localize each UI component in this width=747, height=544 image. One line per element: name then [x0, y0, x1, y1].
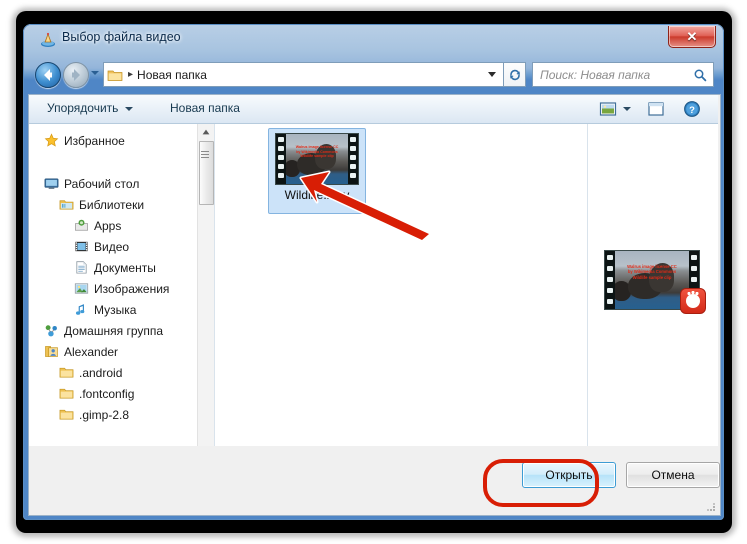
chevron-down-icon[interactable] [623, 107, 631, 111]
video-file-icon [41, 32, 55, 47]
sidebar-item-pictures[interactable]: Изображения [29, 278, 214, 299]
preview-pane-icon[interactable] [647, 100, 665, 118]
sidebar-item-label: Рабочий стол [64, 176, 140, 191]
sidebar-item-gimp[interactable]: .gimp-2.8 [29, 404, 214, 425]
folder-icon [58, 386, 74, 402]
sidebar-item-desktop[interactable]: Рабочий стол [29, 173, 213, 194]
thumbnail-image: Walrus image license CC by Wikimedia Com… [286, 134, 348, 184]
sidebar-item-music[interactable]: Музыка [29, 299, 214, 320]
open-button[interactable]: Открыть [522, 462, 616, 488]
sidebar-scrollbar[interactable] [197, 124, 214, 486]
screenshot-root: Выбор файла видео ✕ ▸ Новая папка Поиск:… [0, 0, 747, 544]
film-perforation-right [348, 134, 358, 184]
search-placeholder: Поиск: Новая папка [540, 67, 651, 82]
file-name-label: Wildlife.mov [284, 188, 350, 202]
sidebar-item-fontconfig[interactable]: .fontconfig [29, 383, 214, 404]
user-folder-icon [43, 344, 59, 360]
organize-button[interactable]: Упорядочить [47, 101, 118, 115]
scroll-up-icon[interactable] [198, 124, 214, 140]
back-button[interactable] [35, 62, 61, 88]
navigation-pane: Избранное Рабочий стол Библиотеки Apps В… [29, 124, 215, 486]
preview-pane: Walrus image license CC by Wikimedia Com… [588, 124, 718, 486]
sidebar-item-user-alexander[interactable]: Alexander [29, 341, 213, 362]
new-folder-button[interactable]: Новая папка [170, 101, 240, 115]
sidebar-item-homegroup[interactable]: Домашняя группа [29, 320, 213, 341]
sidebar-item-libraries[interactable]: Библиотеки [29, 194, 214, 215]
close-button[interactable]: ✕ [668, 26, 716, 48]
svg-text:?: ? [689, 105, 695, 116]
command-toolbar: Упорядочить Новая папка ? [29, 95, 718, 124]
close-icon: ✕ [686, 29, 698, 44]
star-icon [43, 133, 59, 149]
sidebar-item-label: Apps [94, 218, 122, 233]
sidebar-item-label: .fontconfig [79, 386, 135, 401]
pictures-icon [73, 281, 89, 297]
sidebar-item-label: Избранное [64, 133, 125, 148]
refresh-icon [509, 69, 520, 80]
forward-button[interactable] [63, 62, 89, 88]
scroll-thumb-grip [201, 151, 209, 152]
sidebar-item-label: Документы [94, 260, 156, 275]
cancel-button[interactable]: Отмена [626, 462, 720, 488]
preview-thumbnail-image: Walrus image license CC by Wikimedia Com… [615, 251, 689, 309]
sidebar-item-favorites[interactable]: Избранное [29, 130, 213, 151]
video-icon [73, 239, 89, 255]
sidebar-item-label: .gimp-2.8 [79, 407, 130, 422]
sidebar-item-label: Alexander [64, 344, 119, 359]
title-bar[interactable]: Выбор файла видео ✕ [23, 24, 724, 54]
folder-icon [58, 365, 74, 381]
sidebar-item-apps[interactable]: Apps [29, 215, 214, 236]
breadcrumb-path: Новая папка [137, 67, 207, 82]
sidebar-item-android[interactable]: .android [29, 362, 214, 383]
homegroup-icon [43, 323, 59, 339]
sidebar-item-label: Библиотеки [79, 197, 145, 212]
history-dropdown-icon[interactable] [91, 71, 99, 75]
chevron-down-icon[interactable] [488, 72, 496, 77]
file-list[interactable]: Walrus image license CC by Wikimedia Com… [215, 124, 588, 486]
libraries-icon [58, 197, 74, 213]
preview-thumbnail: Walrus image license CC by Wikimedia Com… [604, 250, 706, 314]
desktop-icon [43, 176, 59, 192]
chevron-down-icon[interactable] [125, 107, 133, 111]
sidebar-item-video[interactable]: Видео [29, 236, 214, 257]
sidebar-item-documents[interactable]: Документы [29, 257, 214, 278]
film-perforation-left [605, 251, 615, 309]
sidebar-item-label: Изображения [94, 281, 170, 296]
folder-icon [107, 70, 123, 81]
file-open-dialog: Выбор файла видео ✕ ▸ Новая папка Поиск:… [23, 24, 724, 520]
help-icon[interactable]: ? [683, 100, 701, 118]
preview-overlay-text: Walrus image license CC by Wikimedia Com… [627, 263, 677, 280]
search-icon [694, 69, 707, 81]
sidebar-item-label: Музыка [94, 302, 137, 317]
music-icon [73, 302, 89, 318]
documents-icon [73, 260, 89, 276]
back-arrow-icon [44, 69, 52, 81]
resize-grip[interactable] [706, 502, 716, 512]
sidebar-item-label: Видео [94, 239, 130, 254]
window-title: Выбор файла видео [62, 30, 181, 44]
thumbnail-overlay-text: Walrus image license CC by Wikimedia Com… [295, 145, 339, 159]
search-input[interactable]: Поиск: Новая папка [532, 62, 714, 87]
dialog-footer: Открыть Отмена [28, 446, 721, 516]
address-bar[interactable]: ▸ Новая папка [103, 62, 504, 87]
apps-icon [73, 218, 89, 234]
list-item[interactable]: Walrus image license CC by Wikimedia Com… [268, 128, 366, 214]
media-player-badge-icon [680, 288, 706, 314]
film-perforation-left [276, 134, 286, 184]
view-mode-icon[interactable] [599, 100, 617, 118]
breadcrumb-separator: ▸ [128, 69, 134, 80]
refresh-button[interactable] [504, 62, 526, 87]
video-thumbnail: Walrus image license CC by Wikimedia Com… [275, 133, 359, 185]
sidebar-item-label: Домашняя группа [64, 323, 164, 338]
navigation-bar: ▸ Новая папка Поиск: Новая папка [23, 54, 724, 94]
forward-arrow-icon [72, 69, 80, 81]
folder-icon [58, 407, 74, 423]
sidebar-item-label: .android [79, 365, 123, 380]
